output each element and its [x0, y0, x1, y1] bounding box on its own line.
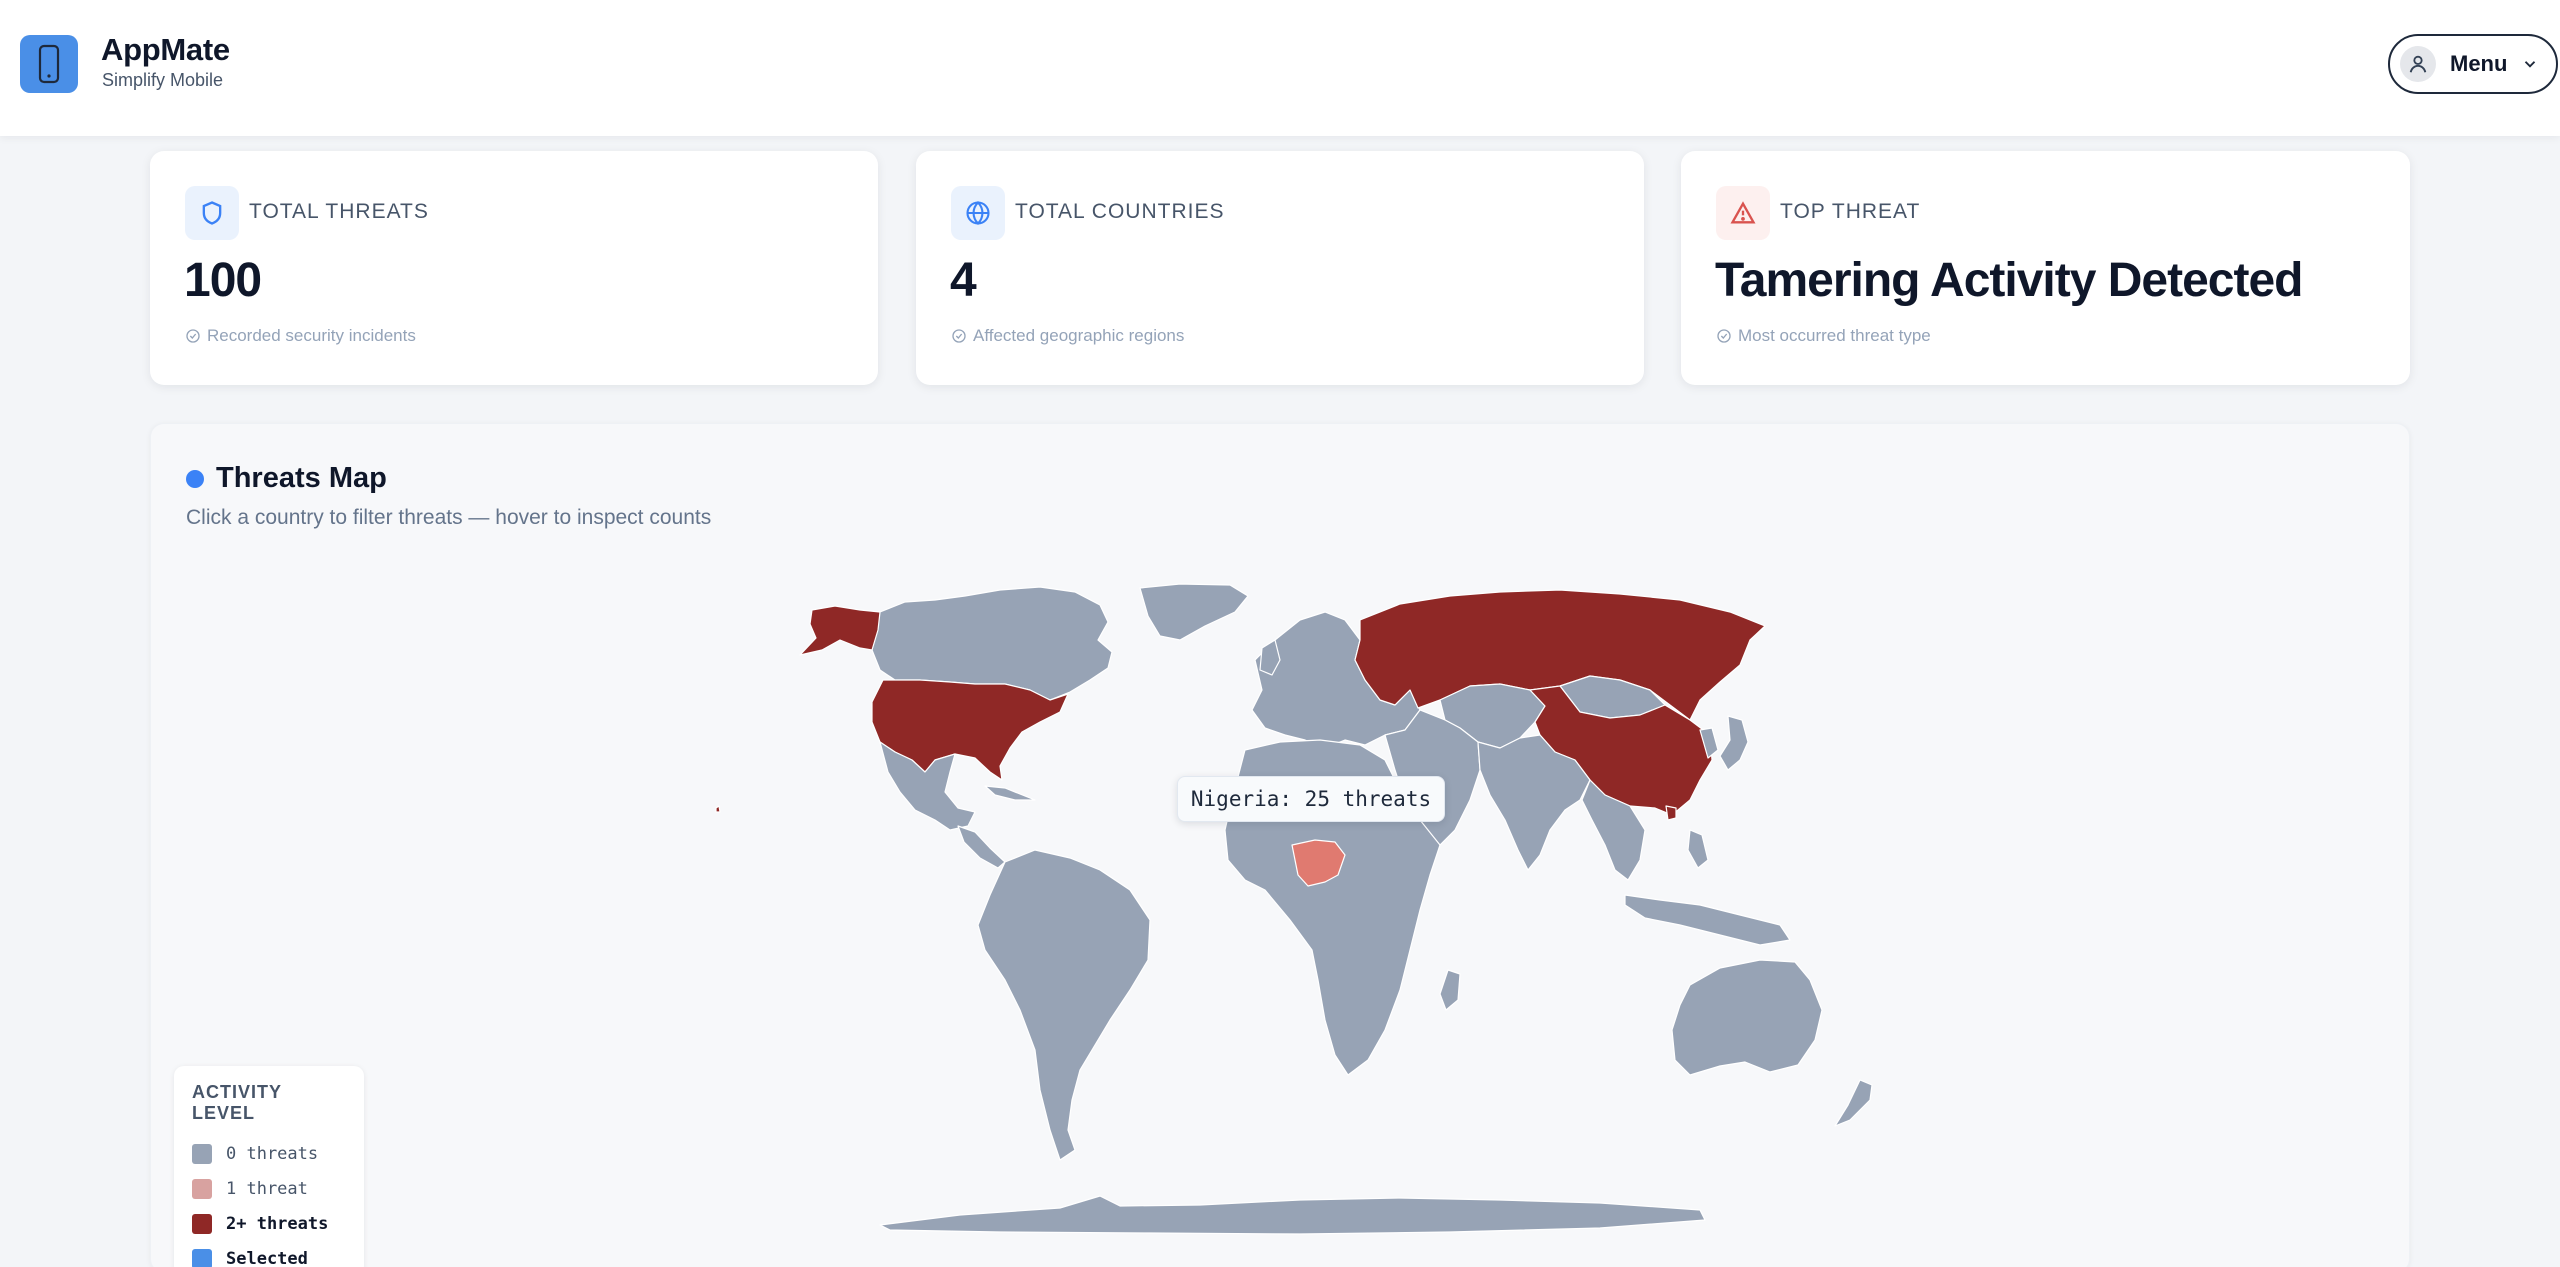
country-indonesia[interactable] [1624, 894, 1791, 946]
legend-label: 1 threat [226, 1178, 308, 1199]
legend-swatch [192, 1213, 212, 1234]
legend-swatch [192, 1248, 212, 1267]
world-map[interactable] [0, 0, 2560, 1267]
legend-label: 2+ threats [226, 1213, 329, 1234]
country-central-america[interactable] [957, 825, 1006, 869]
country-madagascar[interactable] [1439, 969, 1461, 1011]
activity-legend: ACTIVITY LEVEL 0 threats 1 threat 2+ thr… [174, 1066, 364, 1267]
legend-swatch [192, 1143, 212, 1164]
country-south-america[interactable] [977, 849, 1151, 1161]
country-new-zealand[interactable] [1834, 1079, 1873, 1127]
country-taiwan[interactable] [1665, 805, 1677, 821]
legend-item-many: 2+ threats [192, 1206, 346, 1241]
legend-item-selected: Selected [192, 1241, 346, 1267]
country-antarctica[interactable] [879, 1195, 1706, 1235]
legend-label: Selected [226, 1248, 308, 1267]
legend-label: 0 threats [226, 1143, 319, 1164]
country-australia[interactable] [1671, 959, 1823, 1076]
legend-item-one: 1 threat [192, 1171, 346, 1206]
legend-item-zero: 0 threats [192, 1136, 346, 1171]
map-tooltip: Nigeria: 25 threats [1177, 776, 1445, 822]
country-usa-alaska[interactable] [799, 605, 881, 656]
legend-title: ACTIVITY LEVEL [192, 1082, 282, 1123]
country-philippines[interactable] [1687, 829, 1709, 869]
country-cuba[interactable] [984, 785, 1036, 801]
country-hawaii[interactable] [715, 805, 721, 813]
country-japan[interactable] [1719, 715, 1749, 771]
country-greenland[interactable] [1139, 583, 1249, 641]
legend-swatch [192, 1178, 212, 1199]
